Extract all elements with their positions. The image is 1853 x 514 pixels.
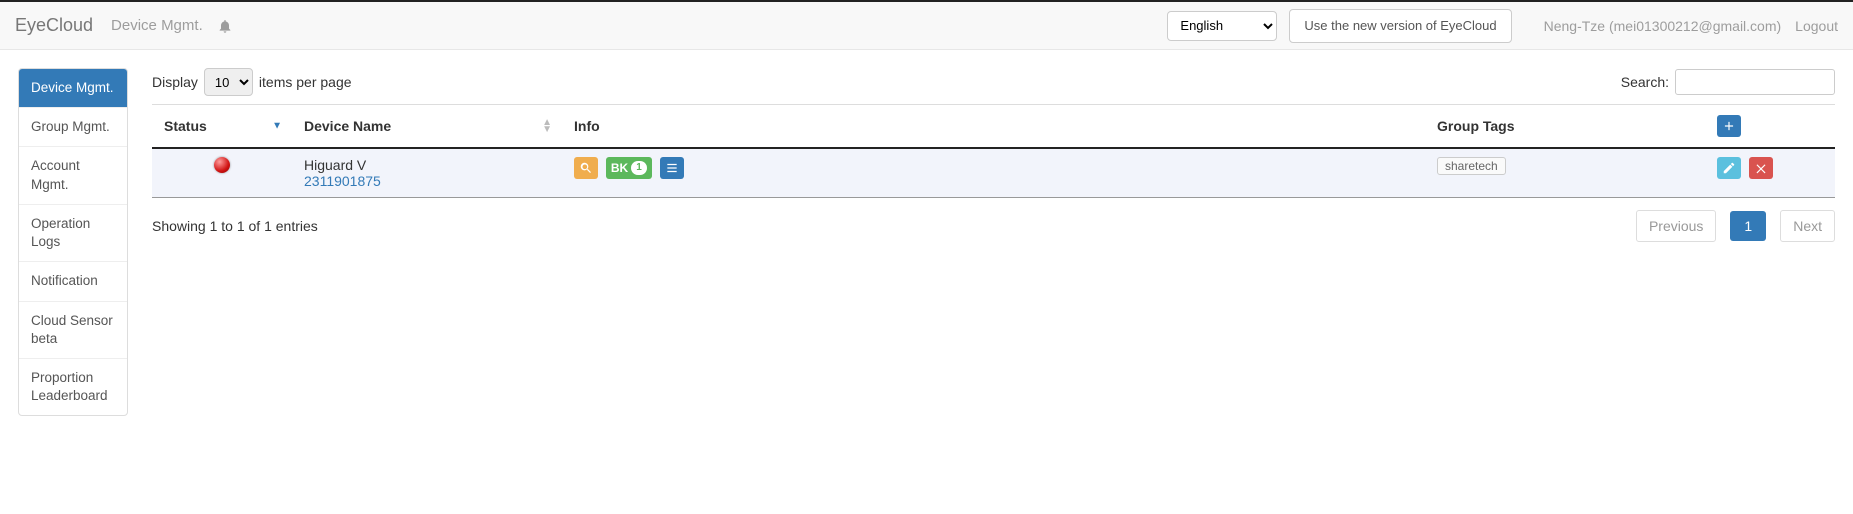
showing-info: Showing 1 to 1 of 1 entries (152, 218, 318, 234)
search-input[interactable] (1675, 69, 1835, 95)
info-search-button[interactable] (574, 157, 598, 179)
sort-indicator-icon: ▼ (272, 123, 282, 130)
table-footer: Showing 1 to 1 of 1 entries Previous 1 N… (152, 210, 1835, 242)
info-list-button[interactable] (660, 157, 684, 179)
device-name: Higuard V (304, 157, 550, 173)
col-status-label: Status (164, 118, 207, 134)
col-actions (1705, 105, 1835, 149)
display-prefix: Display (152, 74, 198, 90)
display-suffix: items per page (259, 74, 352, 90)
bk-label: BK (611, 161, 628, 175)
new-version-button[interactable]: Use the new version of EyeCloud (1289, 9, 1511, 43)
delete-button[interactable] (1749, 157, 1773, 179)
pager-next[interactable]: Next (1780, 210, 1835, 242)
logout-link[interactable]: Logout (1795, 18, 1838, 34)
table-toolbar: Display 10 items per page Search: (152, 68, 1835, 96)
sidebar-item-device-mgmt[interactable]: Device Mgmt. (19, 69, 127, 108)
sidebar-item-proportion-leaderboard[interactable]: Proportion Leaderboard (19, 359, 127, 415)
sidebar-item-group-mgmt[interactable]: Group Mgmt. (19, 108, 127, 147)
col-tags-label: Group Tags (1437, 118, 1515, 134)
sidebar-item-operation-logs[interactable]: Operation Logs (19, 205, 127, 262)
col-info-label: Info (574, 118, 600, 134)
group-tag[interactable]: sharetech (1437, 157, 1506, 175)
bell-icon[interactable] (217, 18, 233, 34)
bk-count: 1 (631, 161, 647, 175)
user-label[interactable]: Neng-Tze (mei01300212@gmail.com) (1544, 18, 1782, 34)
col-device-name[interactable]: Device Name ▲▼ (292, 105, 562, 149)
col-group-tags: Group Tags (1425, 105, 1705, 149)
col-status[interactable]: Status ▼ (152, 105, 292, 149)
sidebar-item-notification[interactable]: Notification (19, 262, 127, 301)
sidebar-item-cloud-sensor[interactable]: Cloud Sensor beta (19, 302, 127, 359)
edit-button[interactable] (1717, 157, 1741, 179)
sort-indicator-icon: ▲▼ (542, 119, 552, 133)
sidebar: Device Mgmt. Group Mgmt. Account Mgmt. O… (18, 68, 128, 416)
pager-previous[interactable]: Previous (1636, 210, 1716, 242)
topbar: EyeCloud Device Mgmt. English Use the ne… (0, 0, 1853, 50)
brand[interactable]: EyeCloud (15, 15, 93, 36)
col-name-label: Device Name (304, 118, 391, 134)
device-id-link[interactable]: 2311901875 (304, 173, 550, 189)
col-info: Info (562, 105, 1425, 149)
page-size-select[interactable]: 10 (204, 68, 253, 96)
pager-page-1[interactable]: 1 (1730, 211, 1766, 241)
pager: Previous 1 Next (1636, 210, 1835, 242)
info-bk-badge[interactable]: BK 1 (606, 157, 652, 179)
add-device-button[interactable] (1717, 115, 1741, 137)
search-label: Search: (1621, 74, 1669, 90)
breadcrumb[interactable]: Device Mgmt. (111, 17, 203, 34)
sidebar-item-account-mgmt[interactable]: Account Mgmt. (19, 147, 127, 204)
content: Display 10 items per page Search: Status… (152, 68, 1835, 416)
table-row: Higuard V 2311901875 BK 1 (152, 148, 1835, 198)
device-table: Status ▼ Device Name ▲▼ Info Group Tags (152, 104, 1835, 198)
status-offline-icon (214, 157, 230, 173)
language-select[interactable]: English (1167, 11, 1277, 41)
